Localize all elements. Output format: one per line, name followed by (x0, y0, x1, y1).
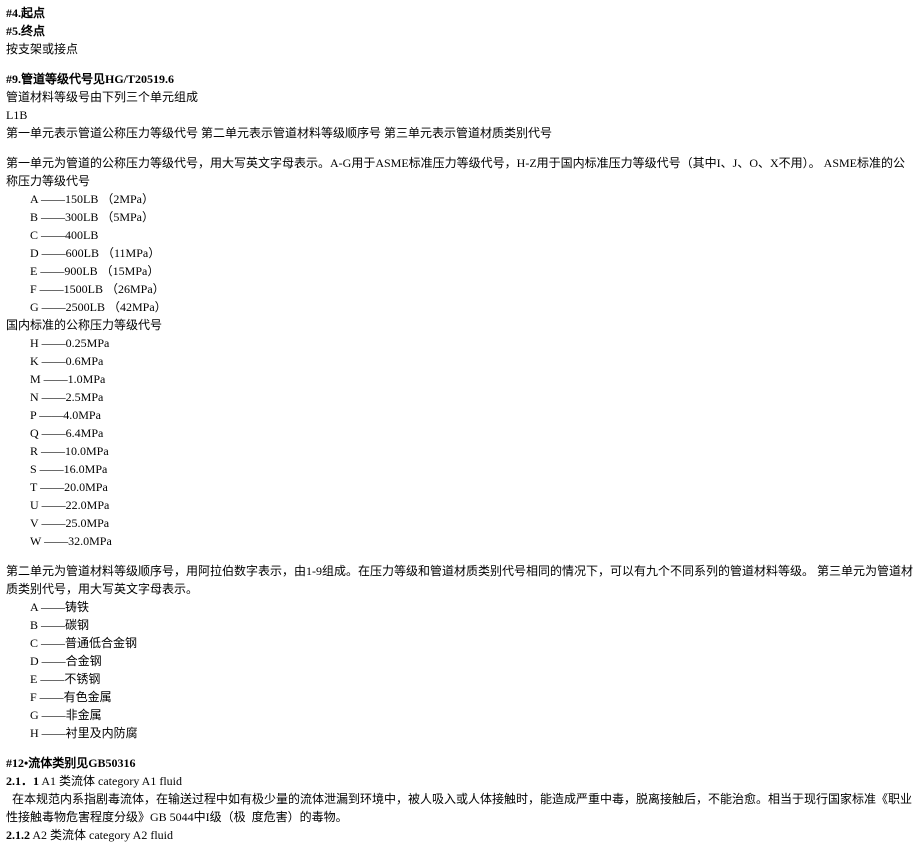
unit1-title: 第一单元为管道的公称压力等级代号，用大写英文字母表示。A-G用于ASME标准压力… (6, 154, 914, 190)
heading-4-start: #4.起点 (6, 4, 914, 22)
gb-item: Q ——6.4MPa (30, 424, 914, 442)
pipe-grade-example: L1B (6, 106, 914, 124)
note-support-point: 按支架或接点 (6, 40, 914, 58)
heading-12-fluid: #12•流体类别见GB50316 (6, 754, 914, 772)
asme-item: A ——150LB （2MPa） (30, 190, 914, 208)
asme-item: F ——1500LB （26MPa） (30, 280, 914, 298)
asme-item: B ——300LB （5MPa） (30, 208, 914, 226)
clause-2-1-1: 2.1．1 A1 类流体 category A1 fluid (6, 772, 914, 790)
pipe-grade-unit-desc: 第一单元表示管道公称压力等级代号 第二单元表示管道材料等级顺序号 第三单元表示管… (6, 124, 914, 142)
gb-item: K ——0.6MPa (30, 352, 914, 370)
pipe-grade-intro-1: 管道材料等级号由下列三个单元组成 (6, 88, 914, 106)
gb-item: R ——10.0MPa (30, 442, 914, 460)
material-item: A ——铸铁 (30, 598, 914, 616)
gb-item: S ——16.0MPa (30, 460, 914, 478)
material-item: F ——有色金属 (30, 688, 914, 706)
gb-item: M ——1.0MPa (30, 370, 914, 388)
gb-item: V ——25.0MPa (30, 514, 914, 532)
clause-2-1-1-text: A1 类流体 category A1 fluid (39, 774, 182, 788)
material-item: H ——衬里及内防腐 (30, 724, 914, 742)
clause-2-1-2-text: A2 类流体 category A2 fluid (30, 828, 173, 842)
asme-item: D ——600LB （11MPa） (30, 244, 914, 262)
clause-2-1-2-num: 2.1.2 (6, 828, 30, 842)
material-item: B ——碳钢 (30, 616, 914, 634)
clause-2-1-2: 2.1.2 A2 类流体 category A2 fluid (6, 826, 914, 844)
clause-2-1-1-num: 2.1．1 (6, 774, 39, 788)
asme-item: C ——400LB (30, 226, 914, 244)
gb-title: 国内标准的公称压力等级代号 (6, 316, 914, 334)
unit2-3-title: 第二单元为管道材料等级顺序号，用阿拉伯数字表示，由1-9组成。在压力等级和管道材… (6, 562, 914, 598)
material-item: D ——合金钢 (30, 652, 914, 670)
material-item: E ——不锈钢 (30, 670, 914, 688)
asme-item: G ——2500LB （42MPa） (30, 298, 914, 316)
heading-9-pipe-grade: #9.管道等级代号见HG/T20519.6 (6, 70, 914, 88)
gb-item: T ——20.0MPa (30, 478, 914, 496)
asme-item: E ——900LB （15MPa） (30, 262, 914, 280)
gb-item: N ——2.5MPa (30, 388, 914, 406)
clause-2-1-1-body: 在本规范内系指剧毒流体，在输送过程中如有极少量的流体泄漏到环境中，被人吸入或人体… (6, 790, 914, 826)
material-item: C ——普通低合金钢 (30, 634, 914, 652)
gb-item: U ——22.0MPa (30, 496, 914, 514)
material-item: G ——非金属 (30, 706, 914, 724)
gb-item: W ——32.0MPa (30, 532, 914, 550)
gb-item: P ——4.0MPa (30, 406, 914, 424)
heading-5-end: #5.终点 (6, 22, 914, 40)
gb-item: H ——0.25MPa (30, 334, 914, 352)
